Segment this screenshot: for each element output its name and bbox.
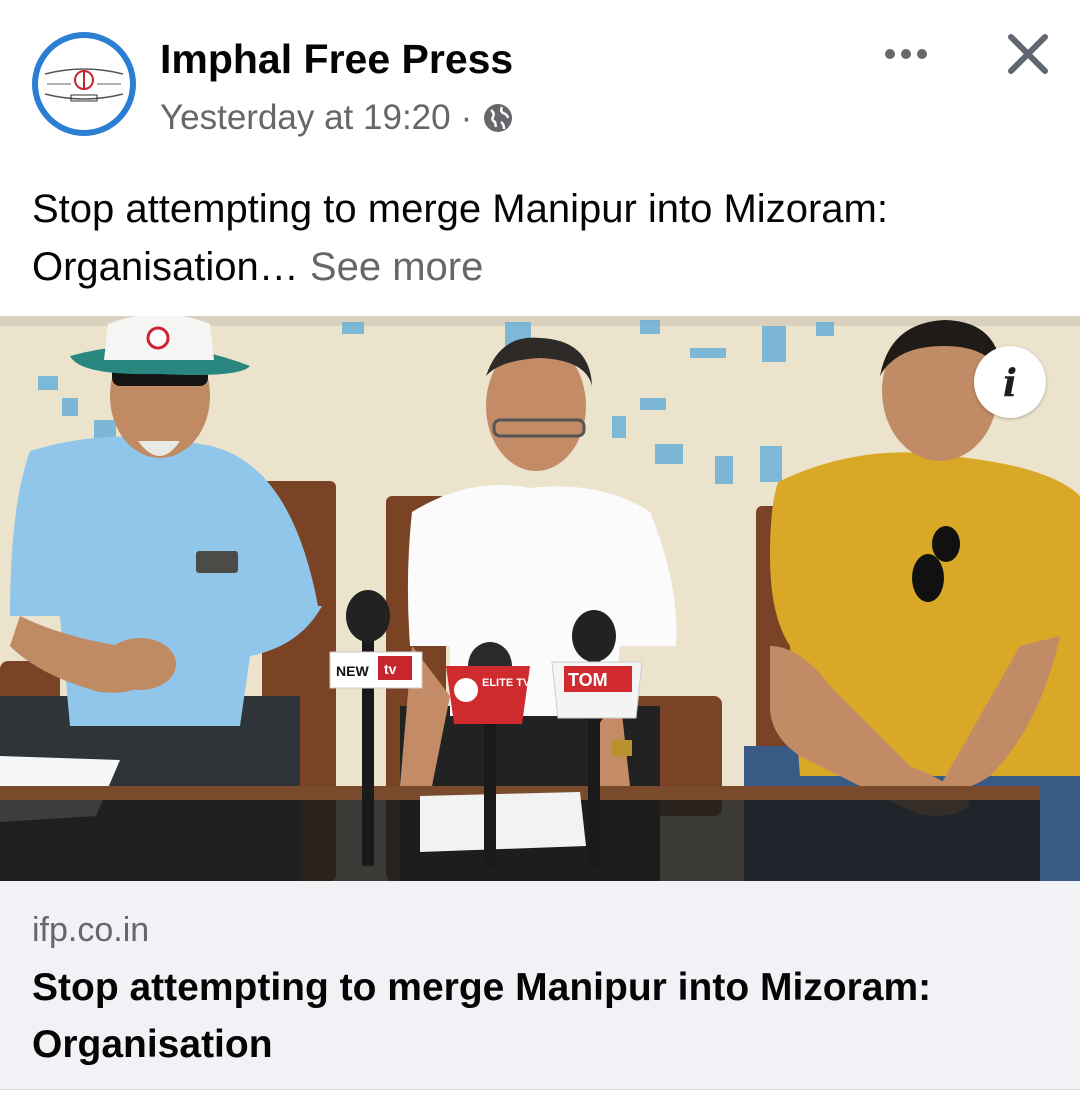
info-button[interactable]: i (974, 346, 1046, 418)
ellipsis-icon (885, 49, 927, 59)
elite-tv-label: ELITE TV (482, 677, 531, 689)
post-meta: Yesterday at 19:20 · (160, 98, 514, 138)
ifp-logo (38, 38, 130, 130)
tv-badge-label: tv (384, 661, 397, 677)
link-preview[interactable]: ifp.co.in Stop attempting to merge Manip… (0, 881, 1080, 1089)
post-options-button[interactable] (878, 30, 934, 78)
close-button[interactable] (1000, 26, 1056, 82)
info-icon: i (1002, 359, 1018, 405)
tom-label: TOM (568, 670, 608, 690)
post-bottom-divider (0, 1089, 1080, 1113)
close-icon (1008, 34, 1048, 74)
link-title: Stop attempting to merge Manipur into Mi… (32, 966, 932, 1066)
globe-icon (482, 102, 514, 134)
post-caption: Stop attempting to merge Manipur into Mi… (32, 180, 1042, 296)
meta-separator: · (460, 98, 473, 137)
post-timestamp[interactable]: Yesterday at 19:20 (160, 98, 451, 138)
see-more-link[interactable]: See more (310, 245, 483, 289)
link-domain: ifp.co.in (32, 911, 150, 949)
page-avatar[interactable] (32, 32, 136, 136)
new-tv-label: NEW (336, 663, 369, 679)
page-name[interactable]: Imphal Free Press (160, 36, 513, 83)
post-photo[interactable]: NEW tv ELITE TV TOM (0, 316, 1080, 881)
